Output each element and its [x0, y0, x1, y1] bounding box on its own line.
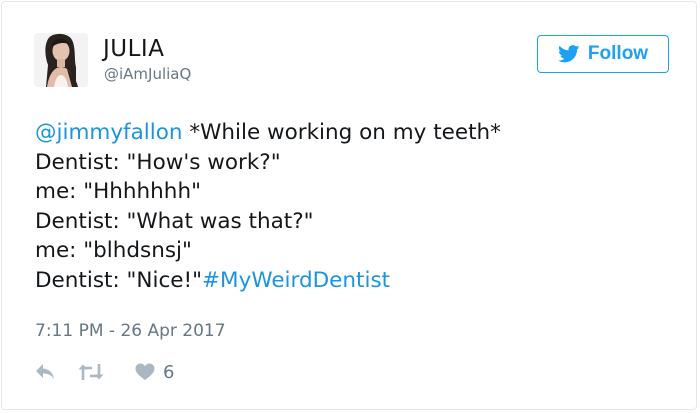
follow-button-label: Follow [587, 43, 649, 64]
tweet-timestamp[interactable]: 7:11 PM - 26 Apr 2017 [35, 320, 226, 342]
mention-link[interactable]: @jimmyfallon [35, 120, 183, 145]
tweet-line-3: me: "Hhhhhhh" [35, 179, 201, 204]
tweet-line-4: Dentist: "What was that?" [35, 208, 314, 234]
tweet-actions: 6 [35, 359, 174, 385]
reply-button[interactable] [35, 363, 55, 381]
like-button[interactable]: 6 [135, 362, 174, 383]
retweet-icon [78, 364, 104, 380]
reply-icon [36, 364, 54, 379]
avatar-photo [34, 33, 88, 87]
tweet-line-2: Dentist: "How's work?" [35, 149, 281, 175]
heart-icon [135, 363, 155, 380]
twitter-bird-icon [557, 45, 580, 63]
follow-button[interactable]: Follow [537, 35, 669, 73]
tweet-card: JULIA @iAmJuliaQ Follow @jimmyfallon *Wh… [1, 1, 697, 410]
tweet-line-1-text: *While working on my teeth* [182, 120, 501, 145]
tweet-line-5: me: "blhdsnsj" [35, 238, 192, 263]
author-name[interactable]: JULIA [103, 36, 164, 62]
retweet-button[interactable] [78, 363, 104, 381]
tweet-line-6-text: Dentist: "Nice!" [35, 267, 203, 293]
avatar[interactable] [34, 33, 88, 87]
author-handle[interactable]: @iAmJuliaQ [104, 65, 191, 83]
like-count: 6 [163, 361, 175, 383]
hashtag-link[interactable]: #MyWeirdDentist [202, 268, 390, 293]
tweet-text: @jimmyfallon *While working on my teeth*… [35, 118, 675, 295]
tweet-line-6: Dentist: "Nice!"#MyWeirdDentist [35, 266, 675, 296]
tweet-line-1: @jimmyfallon *While working on my teeth* [35, 118, 675, 148]
